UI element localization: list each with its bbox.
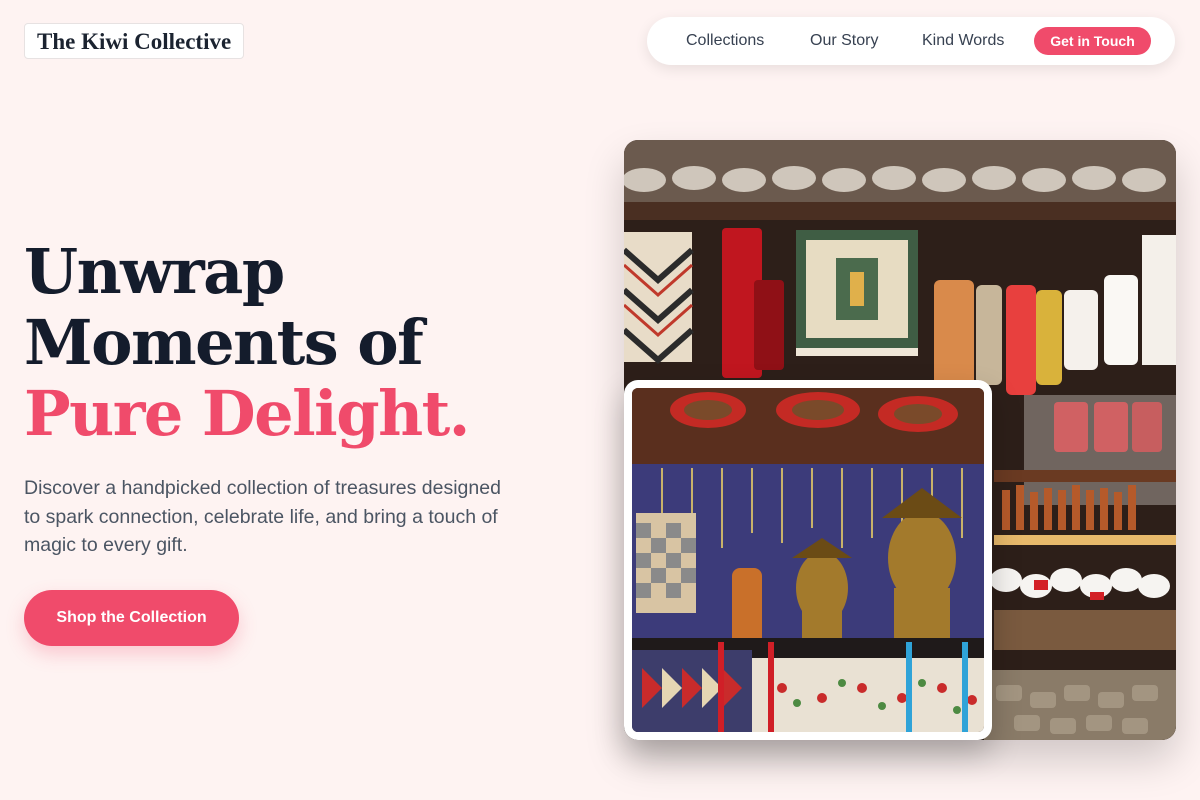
hero-title-line-1: Unwrap bbox=[24, 235, 285, 308]
hero-subtitle: Discover a handpicked collection of trea… bbox=[24, 477, 501, 556]
main-nav: Collections Our Story Kind Words Get in … bbox=[647, 17, 1175, 65]
souvenir-stall-photo bbox=[624, 380, 992, 740]
hero-title-accent: Pure Delight. bbox=[24, 377, 470, 450]
hero-title: Unwrap Moments of Pure Delight. bbox=[24, 235, 470, 450]
nav-link-collections[interactable]: Collections bbox=[686, 17, 764, 65]
shop-collection-button[interactable]: Shop the Collection bbox=[24, 590, 239, 646]
nav-link-our-story[interactable]: Our Story bbox=[810, 17, 878, 65]
hero-title-line-2: Moments of bbox=[24, 306, 424, 379]
get-in-touch-button[interactable]: Get in Touch bbox=[1034, 27, 1151, 55]
nav-link-kind-words[interactable]: Kind Words bbox=[922, 17, 1004, 65]
brand-logo[interactable]: The Kiwi Collective bbox=[24, 23, 245, 59]
